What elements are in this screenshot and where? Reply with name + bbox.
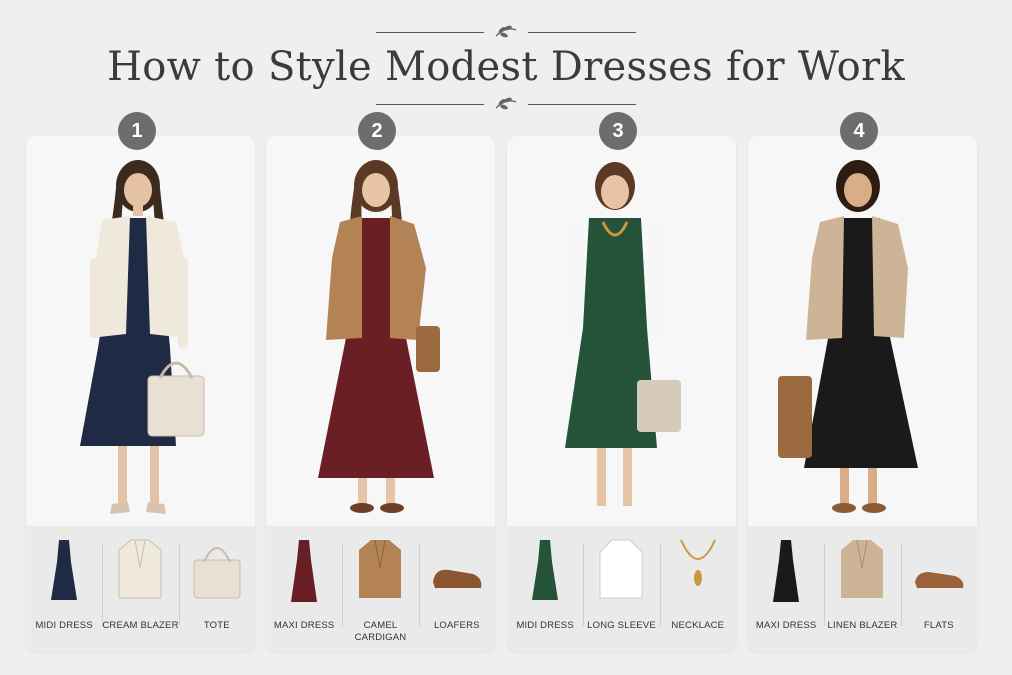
leaf-icon — [495, 25, 517, 38]
outfit-illustration-blazer-look — [80, 160, 205, 514]
header: How to Style Modest Dresses for Work — [0, 18, 1012, 118]
blazer-icon — [841, 539, 884, 598]
outfit-card-2: MAXI DRESS CAMEL CARDIGAN LOAFERS — [266, 136, 495, 652]
cardigan-icon — [359, 539, 402, 598]
outfit-number-badge: 3 — [599, 112, 637, 150]
item-label: FLATS — [923, 620, 954, 631]
leaf-ornament-top — [376, 24, 636, 40]
tote-icon — [193, 547, 241, 599]
outfit-items: MIDI DRESS LONG SLEEVE NECKLACE — [507, 526, 736, 652]
outfit-item: MIDI DRESS — [26, 526, 102, 652]
outfit-item: LOAFERS — [418, 526, 495, 652]
item-label: LINEN BLAZER — [827, 620, 898, 631]
outfit-item: LINEN BLAZER — [824, 526, 900, 652]
item-label: TOTE — [203, 620, 230, 631]
outfit-card-3: MIDI DRESS LONG SLEEVE NECKLACE — [507, 136, 736, 652]
item-label: MIDI DRESS — [35, 620, 93, 631]
item-label: NECKLACE — [671, 620, 725, 631]
item-label: LONG SLEEVE — [587, 620, 656, 631]
midi-dress-icon — [51, 540, 78, 600]
item-label: MAXI DRESS — [755, 620, 817, 631]
item-label: LOAFERS — [433, 620, 480, 631]
outfit-illustration-linen-blazer-look — [778, 160, 918, 513]
outfit-item: CREAM BLAZER — [102, 526, 178, 652]
blazer-icon — [118, 539, 162, 599]
flats-icon — [914, 572, 964, 588]
midi-dress-icon — [532, 540, 559, 600]
item-label: CREAM BLAZER — [102, 620, 179, 631]
item-label: MAXI DRESS — [273, 620, 335, 631]
leaf-icon — [495, 97, 517, 110]
maxi-dress-icon — [773, 540, 800, 602]
loafer-icon — [432, 569, 482, 588]
outfit-item: LONG SLEEVE — [583, 526, 659, 652]
leaf-ornament-bottom — [376, 96, 636, 112]
item-label: MIDI DRESS — [516, 620, 574, 631]
necklace-icon — [679, 539, 716, 586]
long-sleeve-icon — [599, 539, 643, 599]
outfit-item: FLATS — [900, 526, 977, 652]
outfit-number-badge: 2 — [358, 112, 396, 150]
outfit-item: NECKLACE — [659, 526, 736, 652]
outfit-card-4: MAXI DRESS LINEN BLAZER FLATS — [748, 136, 977, 652]
outfit-card-1: MIDI DRESS CREAM BLAZER TOTE — [26, 136, 255, 652]
outfit-items: MIDI DRESS CREAM BLAZER TOTE — [26, 526, 255, 652]
outfit-item: MIDI DRESS — [507, 526, 583, 652]
outfit-number-badge: 1 — [118, 112, 156, 150]
outfit-item: MAXI DRESS — [266, 526, 342, 652]
outfit-number-badge: 4 — [840, 112, 878, 150]
outfit-illustration-cardigan-look — [318, 160, 440, 513]
outfit-item: MAXI DRESS — [748, 526, 824, 652]
maxi-dress-icon — [291, 540, 318, 602]
outfit-items: MAXI DRESS LINEN BLAZER FLATS — [748, 526, 977, 652]
outfit-item: TOTE — [178, 526, 255, 652]
page-title: How to Style Modest Dresses for Work — [107, 44, 905, 90]
outfit-item: CAMEL CARDIGAN — [342, 526, 418, 652]
item-label: CAMEL CARDIGAN — [354, 620, 407, 643]
outfit-items: MAXI DRESS CAMEL CARDIGAN LOAFERS — [266, 526, 495, 652]
outfit-illustration-necklace-look — [565, 162, 681, 506]
